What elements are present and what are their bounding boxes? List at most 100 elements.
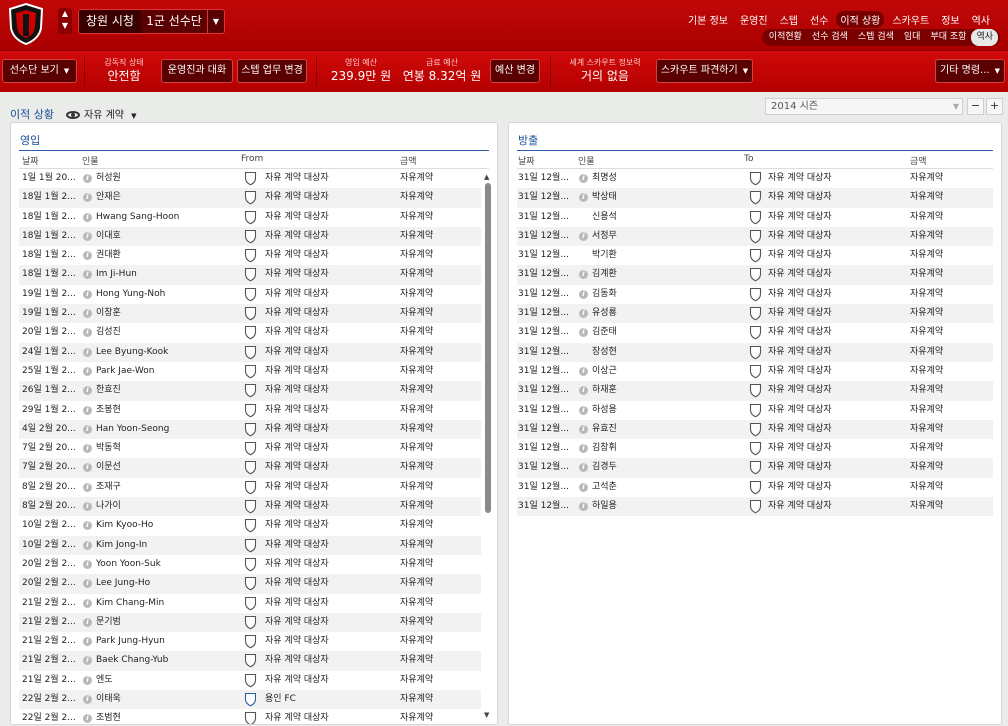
player-name[interactable]: 박동혁 — [96, 439, 121, 458]
player-name[interactable]: 장성현 — [592, 343, 617, 362]
table-row[interactable]: 31일 12월... i 고석춘 자유 계약 대상자 자유계약 — [517, 478, 993, 497]
table-row[interactable]: 1일 1월 20... i 허성원 자유 계약 대상자 자유계약 — [19, 169, 481, 188]
plus-button[interactable]: + — [986, 98, 1003, 115]
player-name[interactable]: 서정무 — [592, 227, 617, 246]
table-row[interactable]: 31일 12월... i 최명성 자유 계약 대상자 자유계약 — [517, 169, 993, 188]
table-row[interactable]: 18일 1월 2... i 권대환 자유 계약 대상자 자유계약 — [19, 246, 481, 265]
info-icon[interactable]: i — [83, 463, 92, 473]
table-row[interactable]: 10일 2월 2... i Kim Kyoo-Ho 자유 계약 대상자 자유계약 — [19, 516, 481, 535]
table-row[interactable]: 21일 2월 2... i Park Jung-Hyun 자유 계약 대상자 자유계약 — [19, 632, 481, 651]
club-name[interactable]: 자유 계약 대상자 — [265, 323, 329, 342]
scroll-up-icon[interactable]: ▲ — [484, 173, 489, 181]
club-name[interactable]: 자유 계약 대상자 — [265, 555, 329, 574]
table-row[interactable]: 31일 12월... i 유성룡 자유 계약 대상자 자유계약 — [517, 304, 993, 324]
club-name[interactable]: 자유 계약 대상자 — [265, 420, 329, 439]
scrollbar[interactable]: ▲ ▼ — [484, 173, 492, 719]
nav-tab[interactable]: 운영진 — [736, 11, 772, 28]
info-icon[interactable]: i — [579, 444, 588, 454]
table-row[interactable]: 19일 1월 2... i Hong Yung-Noh 자유 계약 대상자 자유계약 — [19, 285, 481, 304]
club-name[interactable]: 자유 계약 대상자 — [265, 188, 329, 207]
club-name[interactable]: 자유 계약 대상자 — [265, 169, 329, 188]
player-name[interactable]: Lee Jung-Ho — [96, 574, 150, 593]
table-row[interactable]: 31일 12월... i 박상태 자유 계약 대상자 자유계약 — [517, 188, 993, 208]
info-icon[interactable]: i — [83, 270, 92, 280]
club-name[interactable]: 자유 계약 대상자 — [265, 458, 329, 477]
up-arrow-icon[interactable]: ▲ — [58, 8, 72, 20]
table-row[interactable]: 24일 1월 2... i Lee Byung-Kook 자유 계약 대상자 자유계약 — [19, 342, 481, 362]
view-selector[interactable]: 자유 계약 ▼ — [66, 106, 137, 121]
info-icon[interactable]: i — [83, 444, 92, 454]
club-name[interactable]: 자유 계약 대상자 — [265, 246, 329, 265]
player-name[interactable]: 김계환 — [592, 265, 617, 284]
info-icon[interactable]: i — [579, 386, 588, 396]
subnav-tab[interactable]: 부대 조항 — [925, 29, 971, 46]
player-name[interactable]: Hwang Sang-Hoon — [96, 208, 179, 227]
table-row[interactable]: 8일 2월 20... i 나가이 자유 계약 대상자 자유계약 — [19, 497, 481, 517]
column-header-to[interactable]: To — [744, 154, 753, 164]
table-row[interactable]: 8일 2월 20... i 조재구 자유 계약 대상자 자유계약 — [19, 478, 481, 497]
season-select[interactable]: 2014 시즌 ▼ — [765, 98, 963, 115]
club-name[interactable]: 자유 계약 대상자 — [768, 285, 832, 304]
player-name[interactable]: Lee Byung-Kook — [96, 343, 168, 362]
table-row[interactable]: 29일 1월 2... i 조봉현 자유 계약 대상자 자유계약 — [19, 401, 481, 420]
nav-tab[interactable]: 역사 — [968, 11, 994, 28]
player-name[interactable]: 권대환 — [96, 246, 121, 265]
player-name[interactable]: 하재훈 — [592, 381, 617, 400]
info-icon[interactable]: i — [83, 212, 92, 222]
nav-tab[interactable]: 기본 정보 — [684, 11, 732, 28]
minus-button[interactable]: − — [967, 98, 984, 115]
club-name[interactable]: 자유 계약 대상자 — [265, 478, 329, 497]
nav-tab[interactable]: 스텝 — [776, 11, 802, 28]
subnav-tab[interactable]: 임대 — [899, 29, 926, 46]
table-row[interactable]: 7일 2월 20... i 박동혁 자유 계약 대상자 자유계약 — [19, 439, 481, 458]
table-row[interactable]: 31일 12월... i 김계환 자유 계약 대상자 자유계약 — [517, 265, 993, 285]
player-name[interactable]: 나가이 — [96, 497, 121, 516]
club-switch-arrows[interactable]: ▲ ▼ — [58, 8, 72, 34]
subnav-tab[interactable]: 이적현황 — [764, 29, 807, 46]
player-name[interactable]: Im Ji-Hun — [96, 265, 137, 284]
table-row[interactable]: 18일 1월 2... i 이대호 자유 계약 대상자 자유계약 — [19, 226, 481, 247]
table-row[interactable]: 22일 2월 2... i 조범현 자유 계약 대상자 자유계약 — [19, 709, 481, 724]
table-row[interactable]: 18일 1월 2... i 안재은 자유 계약 대상자 자유계약 — [19, 188, 481, 208]
club-name[interactable]: 자유 계약 대상자 — [265, 343, 329, 362]
column-header-from[interactable]: From — [241, 154, 263, 164]
table-row[interactable]: 31일 12월... i 유효진 자유 계약 대상자 자유계약 — [517, 419, 993, 440]
club-name[interactable]: 자유 계약 대상자 — [768, 420, 832, 439]
info-icon[interactable]: i — [579, 405, 588, 415]
table-row[interactable]: 31일 12월... i 김창휘 자유 계약 대상자 자유계약 — [517, 439, 993, 458]
info-icon[interactable]: i — [83, 579, 92, 589]
player-name[interactable]: 이대호 — [96, 227, 121, 246]
info-icon[interactable]: i — [579, 424, 588, 434]
table-row[interactable]: 31일 12월... i 김경두 자유 계약 대상자 자유계약 — [517, 458, 993, 478]
table-row[interactable]: 31일 12월... 장성현 자유 계약 대상자 자유계약 — [517, 342, 993, 362]
info-icon[interactable]: i — [83, 598, 92, 608]
info-icon[interactable]: i — [83, 617, 92, 627]
club-name[interactable]: 자유 계약 대상자 — [265, 265, 329, 284]
club-name[interactable]: 자유 계약 대상자 — [265, 671, 329, 690]
info-icon[interactable]: i — [83, 502, 92, 512]
column-header-person[interactable]: 인물 — [82, 154, 99, 167]
info-icon[interactable]: i — [83, 695, 92, 705]
scroll-thumb[interactable] — [485, 183, 491, 513]
info-icon[interactable]: i — [83, 366, 92, 376]
player-name[interactable]: 김경두 — [592, 458, 617, 477]
player-name[interactable]: 고석춘 — [592, 478, 617, 497]
info-icon[interactable]: i — [83, 675, 92, 685]
info-icon[interactable]: i — [579, 309, 588, 319]
column-header-fee[interactable]: 금액 — [910, 154, 927, 167]
info-icon[interactable]: i — [83, 231, 92, 241]
info-icon[interactable]: i — [83, 347, 92, 357]
player-name[interactable]: 이창훈 — [96, 304, 121, 323]
club-name[interactable]: 자유 계약 대상자 — [265, 516, 329, 535]
subnav-tab[interactable]: 선수 검색 — [807, 29, 853, 46]
club-name[interactable]: 자유 계약 대상자 — [768, 227, 832, 246]
player-name[interactable]: Kim Chang-Min — [96, 594, 164, 613]
chevron-down-icon[interactable]: ▼ — [207, 10, 224, 33]
table-row[interactable]: 10일 2월 2... i Kim Jong-In 자유 계약 대상자 자유계약 — [19, 535, 481, 555]
info-icon[interactable]: i — [579, 289, 588, 299]
club-selector[interactable]: 창원 시청 1군 선수단 ▼ — [78, 9, 225, 34]
club-name[interactable]: 자유 계약 대상자 — [265, 574, 329, 593]
info-icon[interactable]: i — [579, 502, 588, 512]
column-header-date[interactable]: 날짜 — [22, 154, 39, 167]
info-icon[interactable]: i — [579, 328, 588, 338]
